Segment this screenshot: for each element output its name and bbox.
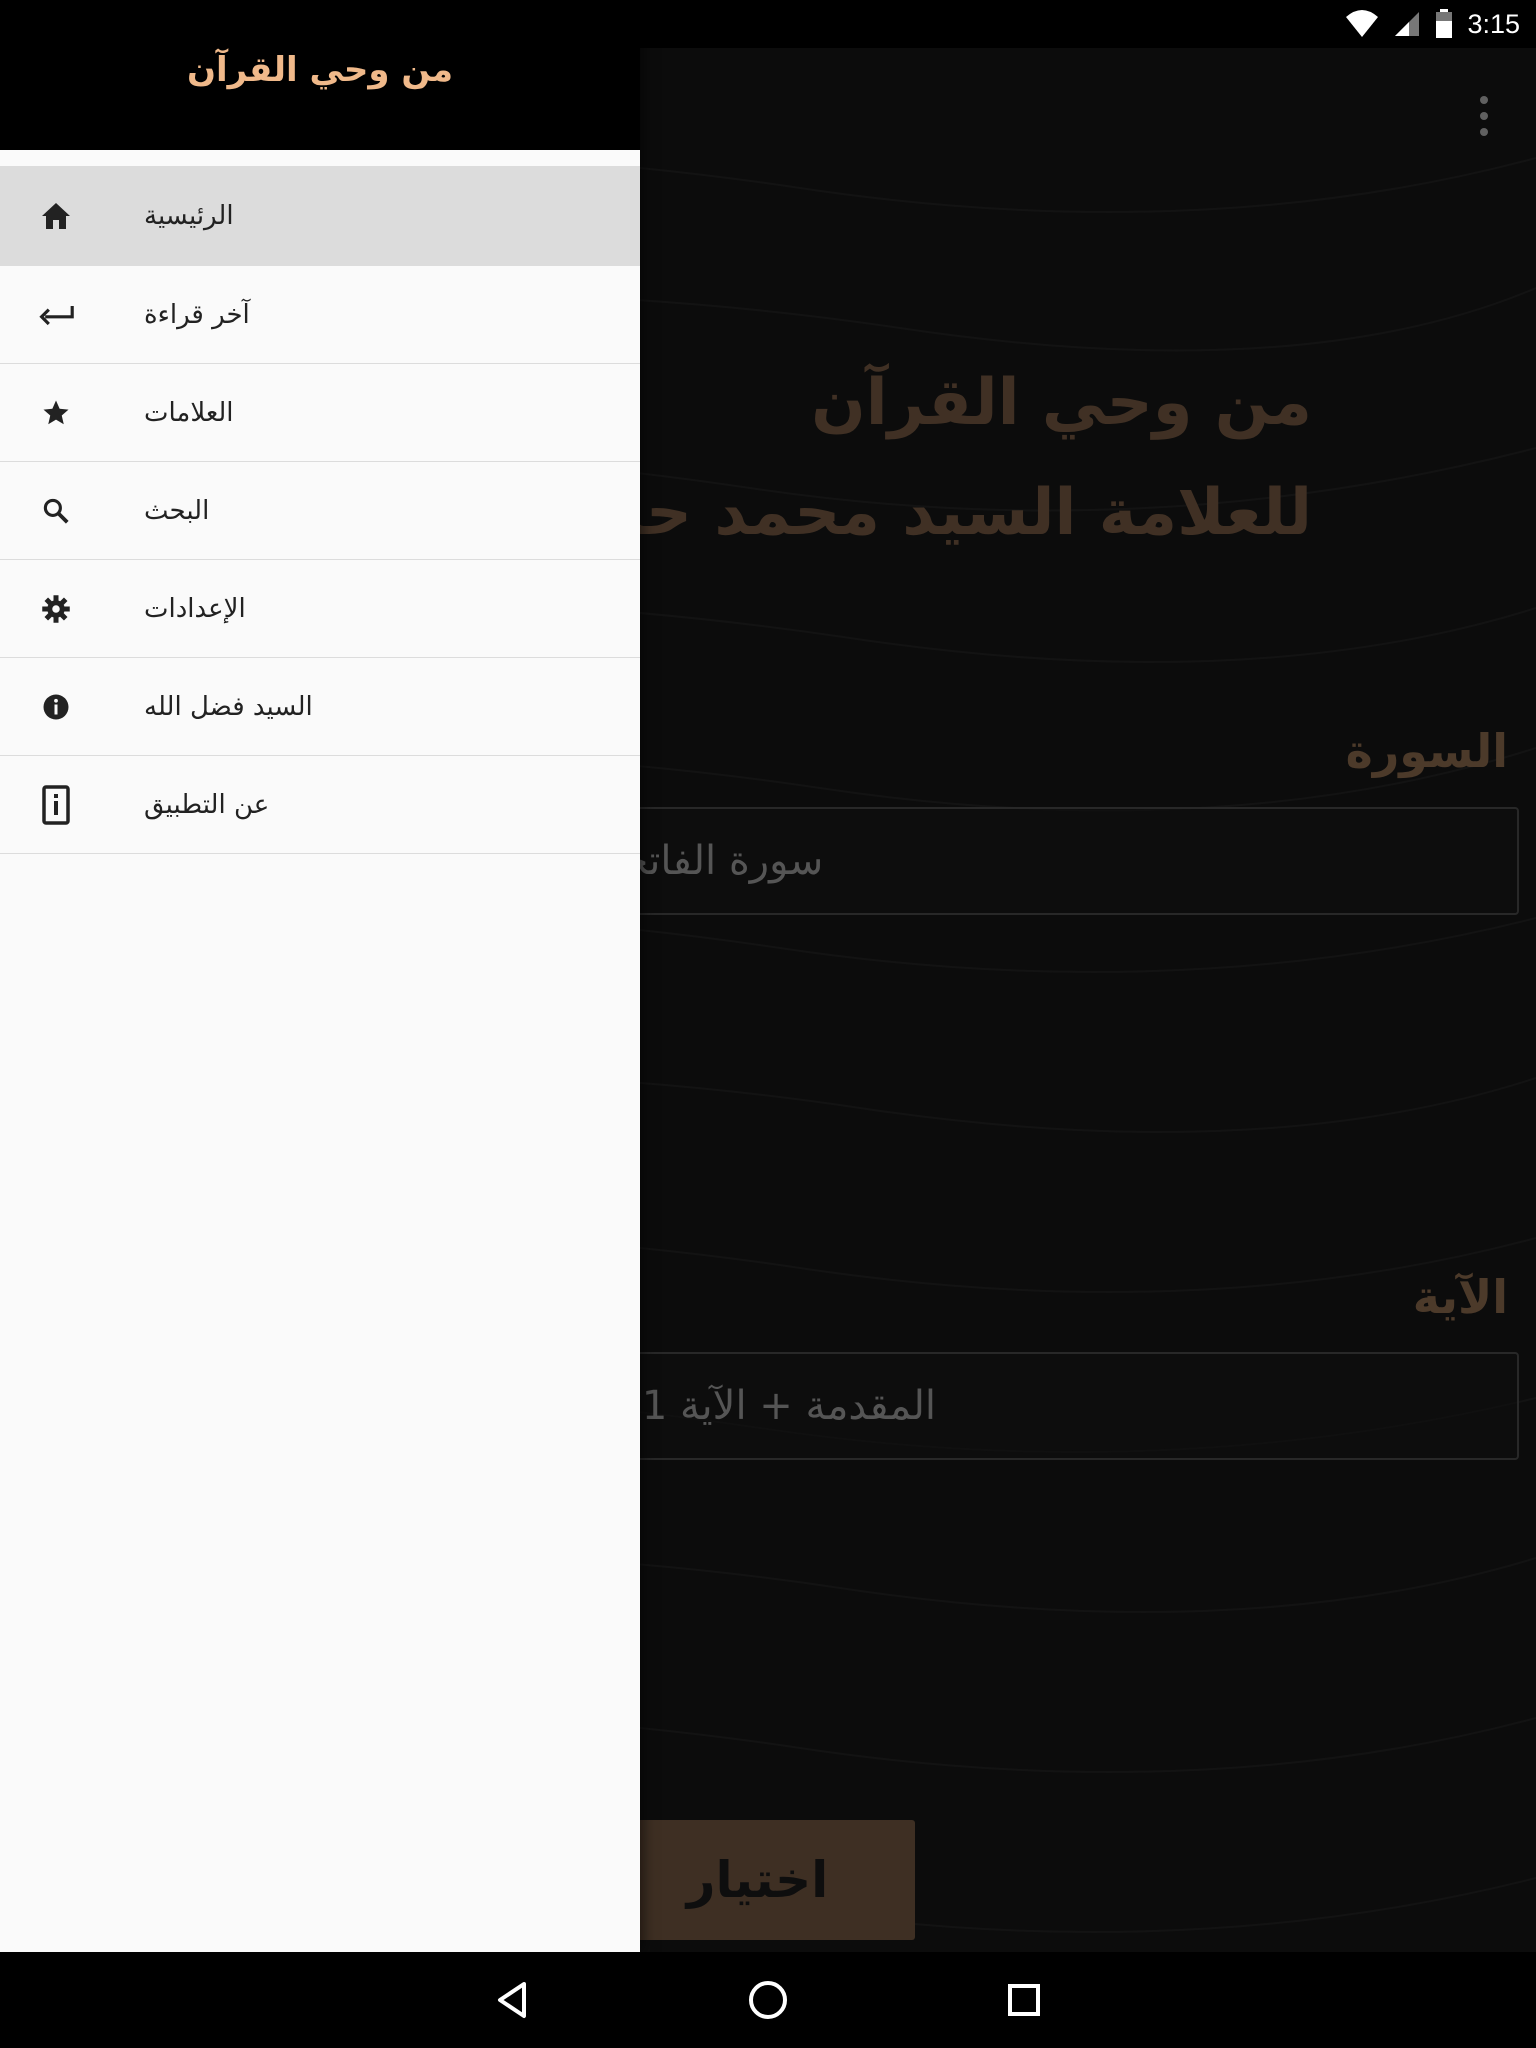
home-circle-icon — [749, 1981, 787, 2019]
status-clock: 3:15 — [1467, 8, 1520, 39]
drawer-title: من وحي القرآن — [186, 50, 454, 90]
menu-item-about-app[interactable]: عن التطبيق — [0, 756, 640, 854]
drawer-scrim[interactable] — [640, 48, 1536, 1952]
menu-item-label: الرئيسية — [144, 200, 234, 231]
menu-item-home[interactable]: الرئيسية — [0, 166, 640, 266]
menu-item-label: العلامات — [144, 397, 234, 428]
star-icon — [38, 395, 74, 431]
menu-item-label: السيد فضل الله — [144, 691, 313, 722]
menu-item-label: الإعدادات — [144, 593, 246, 624]
navigation-drawer: من وحي القرآن الرئيسية آخر قراءة العلاما — [0, 0, 640, 1952]
menu-item-settings[interactable]: الإعدادات — [0, 560, 640, 658]
recents-square-icon — [1008, 1984, 1040, 2016]
home-icon — [38, 198, 74, 234]
recents-button[interactable] — [976, 1952, 1072, 2048]
system-navigation-bar — [0, 1952, 1536, 2048]
battery-icon — [1436, 9, 1453, 38]
menu-item-label: البحث — [144, 495, 210, 526]
menu-item-about-author[interactable]: السيد فضل الله — [0, 658, 640, 756]
menu-item-last-reading[interactable]: آخر قراءة — [0, 266, 640, 364]
menu-item-bookmarks[interactable]: العلامات — [0, 364, 640, 462]
gear-icon — [38, 591, 74, 627]
drawer-header: من وحي القرآن — [0, 0, 640, 150]
menu-item-label: عن التطبيق — [144, 789, 270, 820]
signal-icon — [1395, 12, 1420, 36]
drawer-menu: الرئيسية آخر قراءة العلامات البحث الإعدا… — [0, 166, 640, 854]
home-button[interactable] — [720, 1952, 816, 2048]
menu-item-label: آخر قراءة — [144, 299, 250, 330]
back-triangle-icon — [498, 1982, 526, 2018]
return-arrow-icon — [38, 297, 74, 333]
search-icon — [38, 493, 74, 529]
back-button[interactable] — [464, 1952, 560, 2048]
menu-item-search[interactable]: البحث — [0, 462, 640, 560]
about-app-icon — [38, 784, 74, 825]
info-icon — [38, 689, 74, 725]
wifi-icon — [1346, 10, 1379, 37]
screen: 3:15 من وحي القرآن للعلامة السيد محمد حس… — [0, 0, 1536, 2048]
